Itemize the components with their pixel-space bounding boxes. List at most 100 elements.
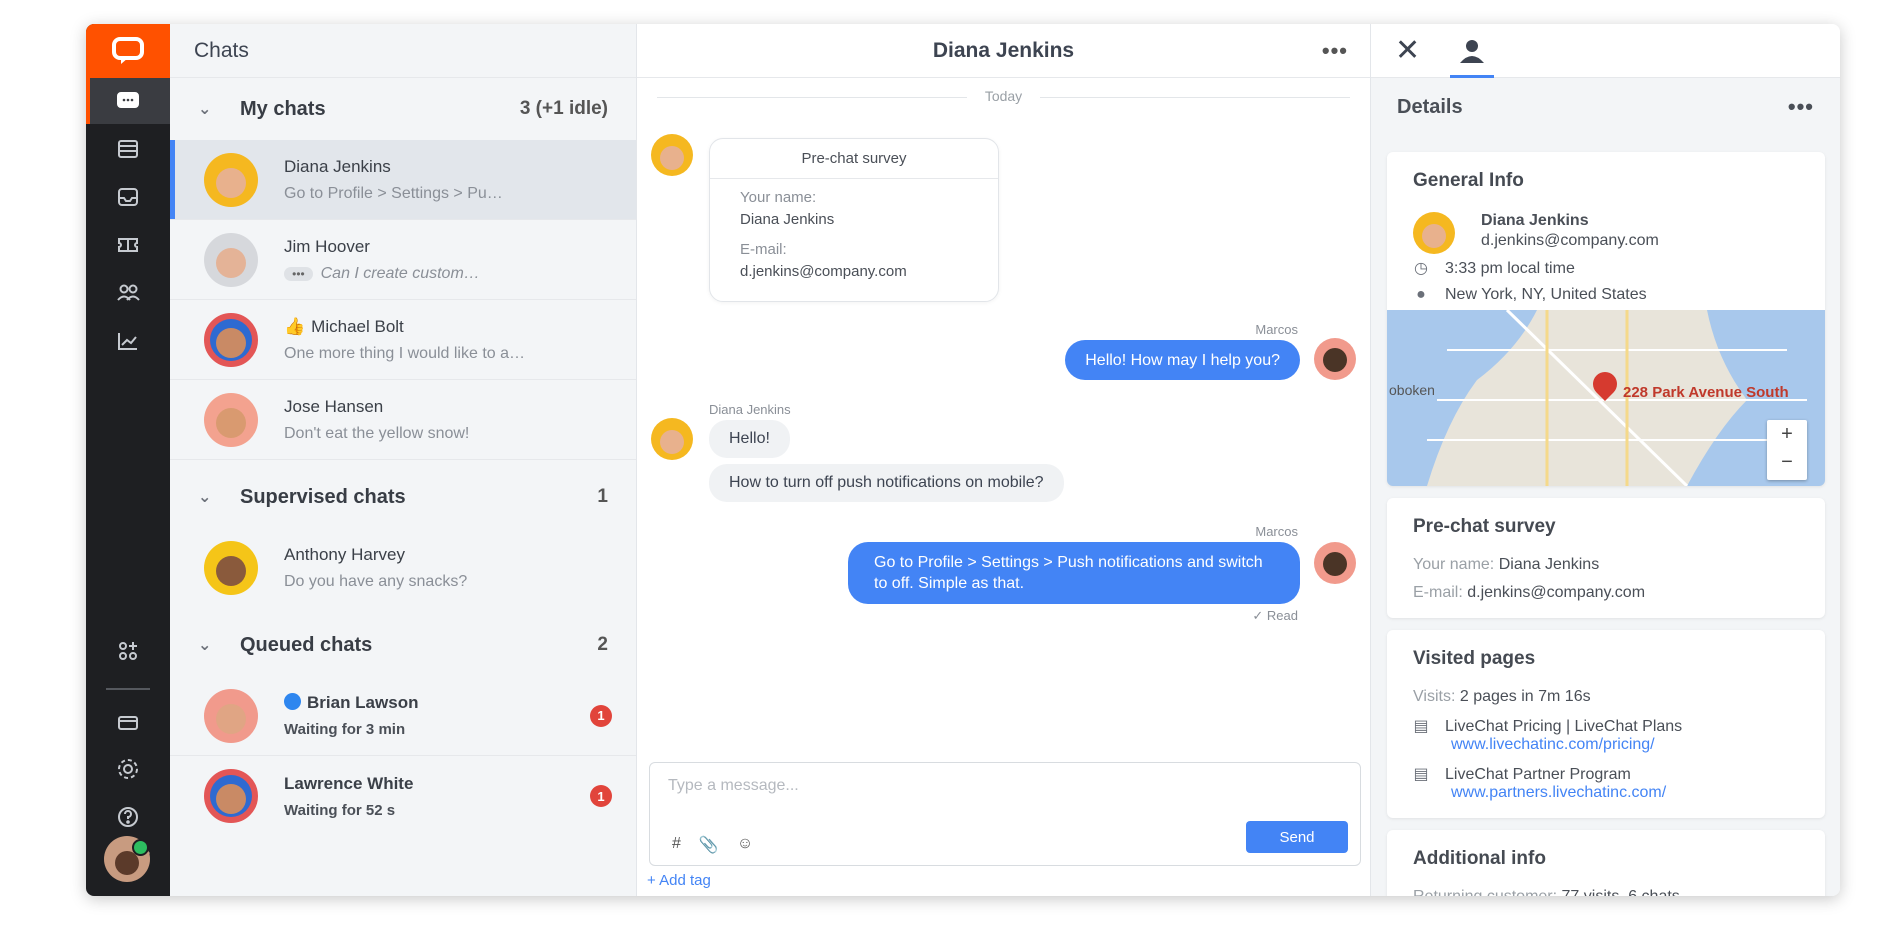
chat-preview: Go to Profile > Settings > Pu… [284, 184, 503, 202]
card-title: Visited pages [1413, 648, 1536, 669]
attachment-icon[interactable]: 📎 [699, 835, 719, 855]
general-info-card: General Info Diana Jenkins d.jenkins@com… [1387, 152, 1825, 486]
agent-avatar [1314, 338, 1356, 380]
section-label: Queued chats [240, 633, 373, 656]
message-composer[interactable]: Type a message... # 📎 ☺ Send [649, 762, 1361, 866]
help-icon[interactable] [86, 794, 170, 840]
chat-row-jose-hansen[interactable]: Jose Hansen Don't eat the yellow snow! [170, 380, 636, 460]
avatar [204, 152, 258, 207]
unread-badge: 1 [590, 785, 612, 807]
apps-icon[interactable] [86, 628, 170, 674]
tickets-icon[interactable] [86, 222, 170, 268]
thumbs-up-icon: 👍 [284, 316, 306, 336]
emoji-icon[interactable]: ☺ [737, 835, 753, 855]
chat-row-lawrence-white[interactable]: Lawrence White Waiting for 52 s 1 [170, 756, 636, 836]
customer-avatar [1413, 212, 1455, 254]
visited-page-url[interactable]: www.livechatinc.com/pricing/ [1451, 736, 1655, 754]
customer-email: d.jenkins@company.com [1481, 232, 1659, 249]
local-time: 3:33 pm local time [1445, 260, 1575, 277]
read-receipt: ✓ Read [1252, 608, 1298, 623]
avatar [204, 688, 258, 743]
message-author: Marcos [1255, 524, 1298, 539]
chat-preview: Waiting for 52 s [284, 801, 396, 819]
more-options-icon[interactable]: ••• [1788, 94, 1814, 120]
zoom-in-button[interactable]: + [1767, 420, 1807, 448]
survey-title: Pre-chat survey [710, 139, 998, 179]
more-options-icon[interactable]: ••• [1322, 38, 1348, 64]
section-count: 3 (+1 idle) [519, 98, 608, 119]
map-zoom-control: + − [1767, 420, 1807, 480]
chat-row-brian-lawson[interactable]: Brian Lawson Waiting for 3 min 1 [170, 676, 636, 756]
agent-avatar [1314, 542, 1356, 584]
send-button[interactable]: Send [1246, 821, 1348, 853]
add-tag-link[interactable]: + Add tag [647, 872, 711, 889]
chevron-down-icon: ⌄ [198, 489, 212, 506]
page-icon: ▤ [1413, 766, 1429, 783]
visited-page-url[interactable]: www.partners.livechatinc.com/ [1451, 784, 1666, 802]
rail-divider [106, 688, 150, 690]
chats-icon[interactable] [86, 78, 170, 124]
additional-info-card: Additional info Returning customer: 77 v… [1387, 830, 1825, 896]
message-bubble-incoming: How to turn off push notifications on mo… [709, 464, 1064, 502]
section-label: Supervised chats [240, 485, 406, 508]
chat-row-jim-hoover[interactable]: Jim Hoover ••• Can I create custom… [170, 220, 636, 300]
section-count: 2 [597, 634, 608, 655]
avatar [204, 541, 258, 595]
my-avatar[interactable] [104, 836, 150, 882]
chat-row-michael-bolt[interactable]: 👍 Michael Bolt One more thing I would lik… [170, 300, 636, 380]
chat-row-diana-jenkins[interactable]: Diana Jenkins Go to Profile > Settings >… [170, 140, 636, 220]
message-author: Diana Jenkins [709, 402, 791, 417]
chat-preview: Can I create custom… [320, 264, 480, 282]
settings-icon[interactable] [86, 746, 170, 792]
zoom-out-button[interactable]: − [1767, 448, 1807, 476]
visited-pages-card: Visited pages Visits: 2 pages in 7m 16s … [1387, 630, 1825, 818]
message-bubble-outgoing: Go to Profile > Settings > Push notifica… [848, 542, 1300, 604]
billing-icon[interactable] [86, 700, 170, 746]
location-pin-icon: ● [1416, 286, 1426, 303]
avatar [204, 769, 258, 823]
chat-row-anthony-harvey[interactable]: Anthony Harvey Do you have any snacks? [170, 528, 636, 608]
tag-icon[interactable]: # [672, 835, 681, 855]
logo-icon[interactable] [86, 24, 170, 78]
location-map[interactable]: 228 Park Avenue South oboken + − [1387, 310, 1825, 486]
messenger-icon [284, 693, 301, 710]
chevron-down-icon: ⌄ [198, 637, 212, 654]
pre-chat-survey-card: Pre-chat survey Your name: Diana Jenkins… [709, 138, 999, 302]
chat-name: Anthony Harvey [284, 545, 405, 564]
customer-avatar [651, 418, 693, 460]
close-icon[interactable]: ✕ [1395, 33, 1420, 68]
returning-value: 77 visits, 6 chats [1562, 888, 1680, 896]
visited-page-title: LiveChat Partner Program [1445, 766, 1631, 783]
map-city-label: oboken [1389, 382, 1435, 398]
survey-name-label: Your name: [1413, 556, 1495, 573]
section-my-chats[interactable]: ⌄ My chats 3 (+1 idle) [170, 78, 636, 140]
survey-email-label: E-mail: [740, 241, 787, 258]
card-title: Additional info [1413, 848, 1546, 869]
date-divider: Today [647, 88, 1360, 104]
chat-preview: Waiting for 3 min [284, 721, 406, 738]
returning-label: Returning customer: [1413, 888, 1557, 896]
chat-name: Jose Hansen [284, 396, 384, 416]
chat-name: Michael Bolt [311, 316, 404, 336]
section-supervised-chats[interactable]: ⌄ Supervised chats 1 [170, 466, 636, 528]
message-bubble-outgoing: Hello! How may I help you? [1065, 340, 1300, 380]
chevron-down-icon: ⌄ [198, 101, 212, 118]
message-input[interactable]: Type a message... [668, 777, 799, 795]
customers-icon[interactable] [86, 270, 170, 316]
section-queued-chats[interactable]: ⌄ Queued chats 2 [170, 614, 636, 676]
conversation-title: Diana Jenkins [932, 38, 1075, 62]
avatar [204, 312, 258, 367]
chat-name: Lawrence White [284, 773, 414, 793]
reports-icon[interactable] [86, 318, 170, 364]
section-label: My chats [240, 97, 326, 120]
conversation-panel: Diana Jenkins ••• Today Pre-chat survey … [637, 24, 1370, 896]
survey-email-label: E-mail: [1413, 584, 1463, 601]
survey-email-value: d.jenkins@company.com [1467, 584, 1646, 601]
survey-name-value: Diana Jenkins [740, 211, 835, 228]
inbox-icon[interactable] [86, 174, 170, 220]
details-header: Details ••• [1371, 78, 1840, 136]
chat-list-panel: Chats ⌄ My chats 3 (+1 idle) Diana Jenki… [170, 24, 637, 896]
details-tabs: ✕ [1371, 24, 1840, 78]
archives-icon[interactable] [86, 126, 170, 172]
user-icon[interactable] [1450, 24, 1495, 78]
